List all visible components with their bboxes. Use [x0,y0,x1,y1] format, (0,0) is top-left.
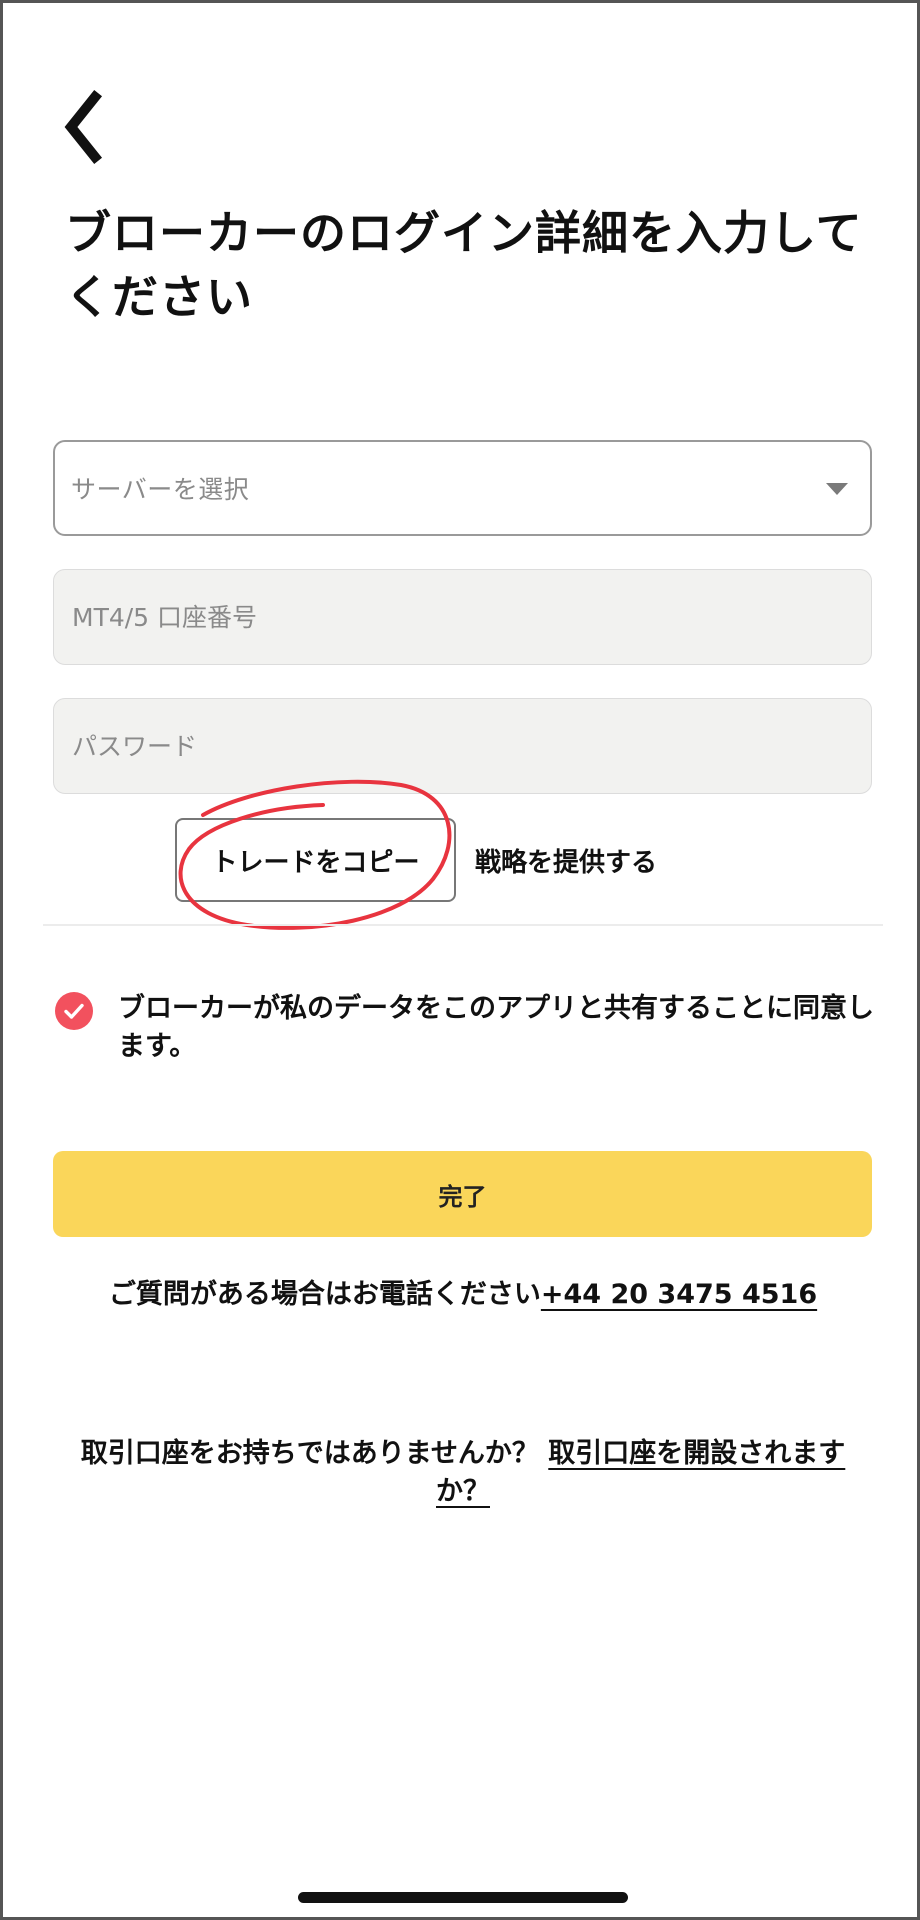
app-screen: ブローカーのログイン詳細を入力してください サーバーを選択 トレードをコピー 戦… [0,0,920,1920]
chevron-left-icon [64,89,103,165]
server-select-placeholder: サーバーを選択 [71,475,250,504]
copy-trades-option[interactable]: トレードをコピー [175,818,456,902]
section-divider [43,924,883,926]
done-button[interactable]: 完了 [53,1151,872,1237]
phone-link[interactable]: +44 20 3475 4516 [541,1279,817,1310]
checkmark-icon [64,1003,84,1019]
signup-text: 取引口座をお持ちではありませんか？ [80,1438,549,1469]
home-indicator [298,1892,628,1903]
contact-line: ご質問がある場合はお電話ください+44 20 3475 4516 [3,1275,917,1315]
consent-checkbox[interactable] [55,992,93,1030]
consent-text: ブローカーが私のデータをこのアプリと共有することに同意します。 [118,993,874,1062]
caret-down-icon [826,483,848,495]
provide-strategy-option[interactable]: 戦略を提供する [475,818,695,902]
back-button[interactable] [55,87,119,167]
password-input[interactable] [54,699,871,793]
contact-text: ご質問がある場合はお電話ください [108,1279,541,1310]
account-number-field[interactable] [53,569,872,665]
password-field[interactable] [53,698,872,794]
signup-line: 取引口座をお持ちではありませんか？ 取引口座を開設されますか？ [73,1435,853,1511]
server-select[interactable]: サーバーを選択 [53,440,872,536]
account-number-input[interactable] [54,570,871,664]
page-title: ブローカーのログイン詳細を入力してください [65,206,863,324]
